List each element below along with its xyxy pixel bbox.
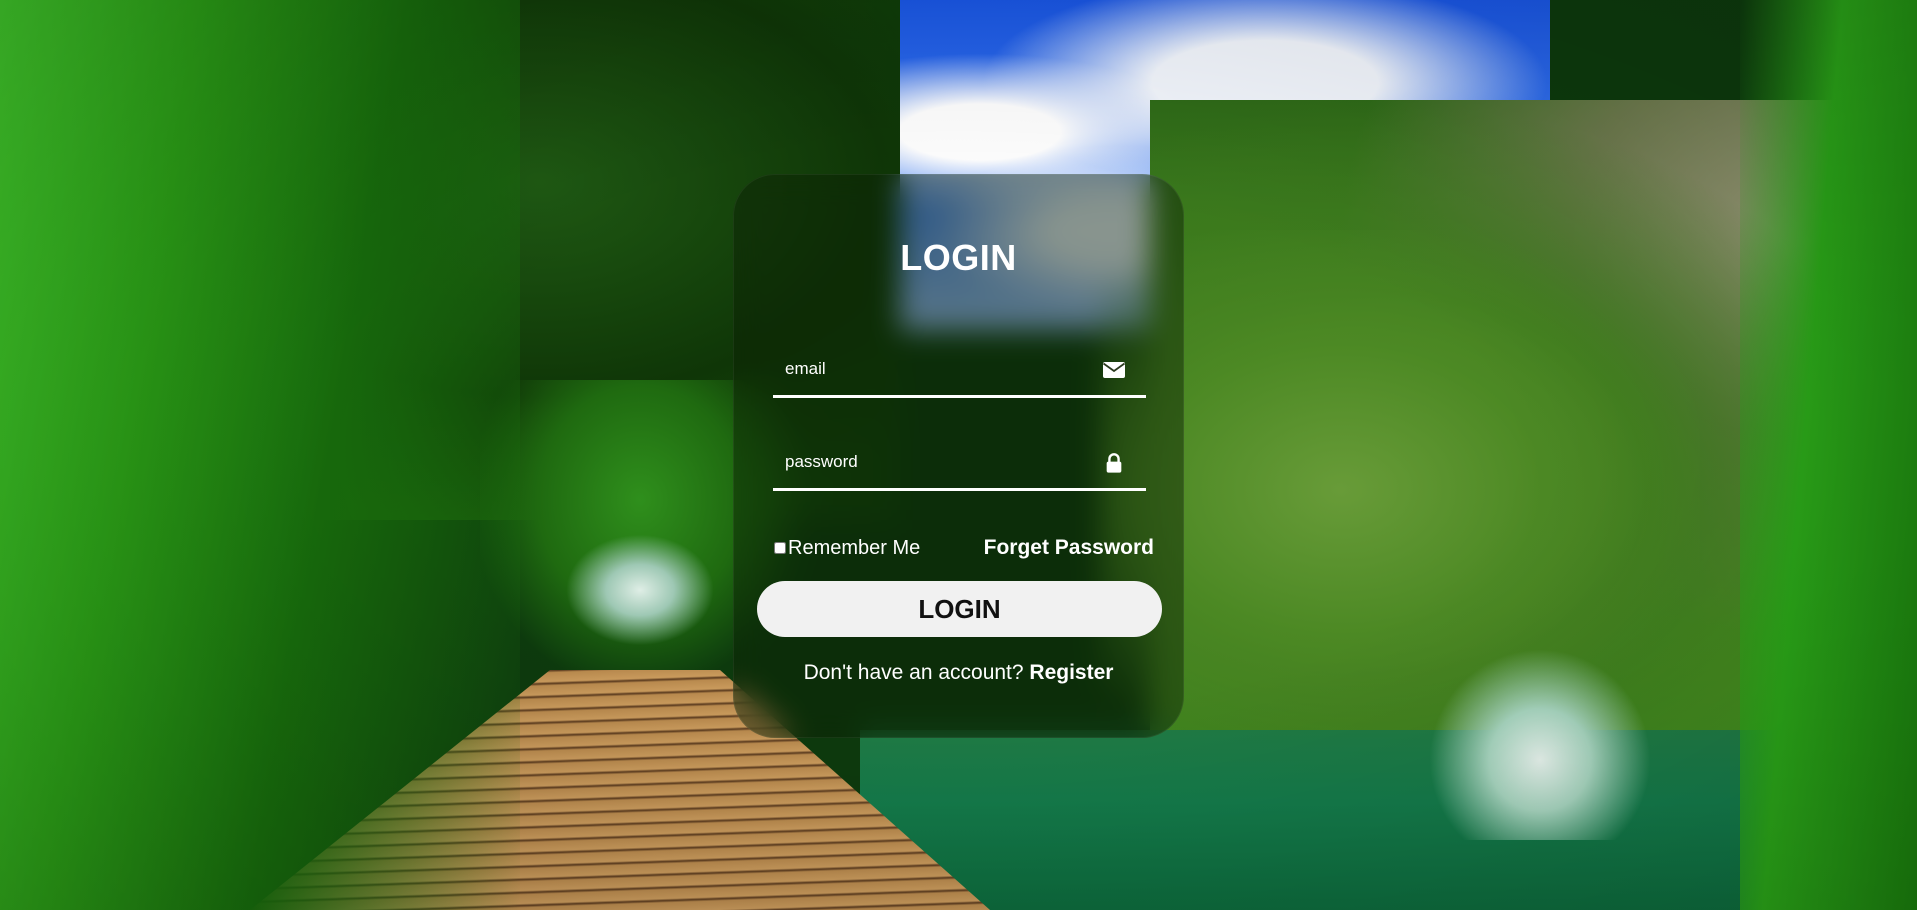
register-row: Don't have an account? Register: [734, 661, 1183, 685]
remember-me-label: Remember Me: [788, 536, 921, 559]
password-field-wrapper: [773, 438, 1146, 491]
remember-me-checkbox[interactable]: [774, 542, 786, 554]
lock-icon: [1106, 453, 1122, 473]
email-field-wrapper: [773, 345, 1146, 398]
page-background: LOGIN Remember Me Forget Password LOGIN: [0, 0, 1917, 910]
remember-row: Remember Me Forget Password: [774, 533, 1154, 563]
login-title: LOGIN: [900, 237, 1017, 278]
email-input[interactable]: [773, 345, 1093, 393]
envelope-icon: [1102, 362, 1126, 378]
login-card: LOGIN Remember Me Forget Password LOGIN: [733, 174, 1184, 738]
login-button[interactable]: LOGIN: [757, 581, 1162, 637]
register-link[interactable]: Register: [1029, 661, 1113, 684]
password-input[interactable]: [773, 438, 1093, 486]
remember-me[interactable]: Remember Me: [774, 537, 920, 560]
forget-password-link[interactable]: Forget Password: [984, 536, 1154, 560]
register-prompt: Don't have an account?: [803, 661, 1030, 684]
